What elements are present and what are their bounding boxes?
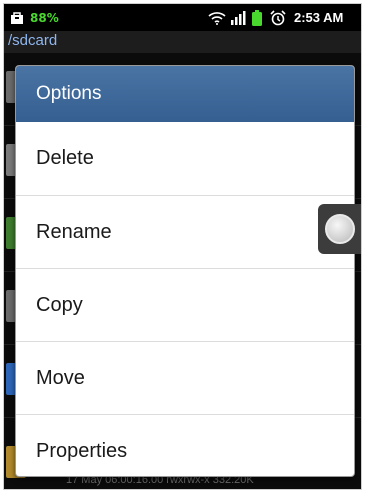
alarm-icon	[270, 4, 286, 31]
shopping-bag-icon	[10, 4, 24, 31]
menu-item-delete[interactable]: Delete	[16, 122, 354, 195]
battery-icon	[252, 4, 262, 31]
scroll-knob-icon[interactable]	[325, 214, 355, 244]
current-path: /sdcard	[8, 32, 58, 49]
status-time: 2:53 AM	[294, 10, 344, 25]
battery-percent: 88%	[30, 10, 59, 25]
status-bar: 88% 2:53 AM	[4, 4, 361, 31]
path-bar: /sdcard	[4, 31, 361, 53]
menu-item-properties[interactable]: Properties	[16, 414, 354, 476]
signal-icon	[230, 4, 246, 31]
wifi-icon	[208, 4, 226, 31]
fast-scroll-handle[interactable]	[318, 204, 361, 254]
menu-item-copy[interactable]: Copy	[16, 268, 354, 341]
dialog-title: Options	[16, 66, 354, 122]
device-screen: 88% 2:53 AM /sdcard 17 May 06:00:16.00 r…	[3, 3, 362, 490]
menu-item-rename[interactable]: Rename	[16, 195, 354, 268]
menu-item-move[interactable]: Move	[16, 341, 354, 414]
options-dialog: Options Delete Rename Copy Move Properti…	[15, 65, 355, 477]
